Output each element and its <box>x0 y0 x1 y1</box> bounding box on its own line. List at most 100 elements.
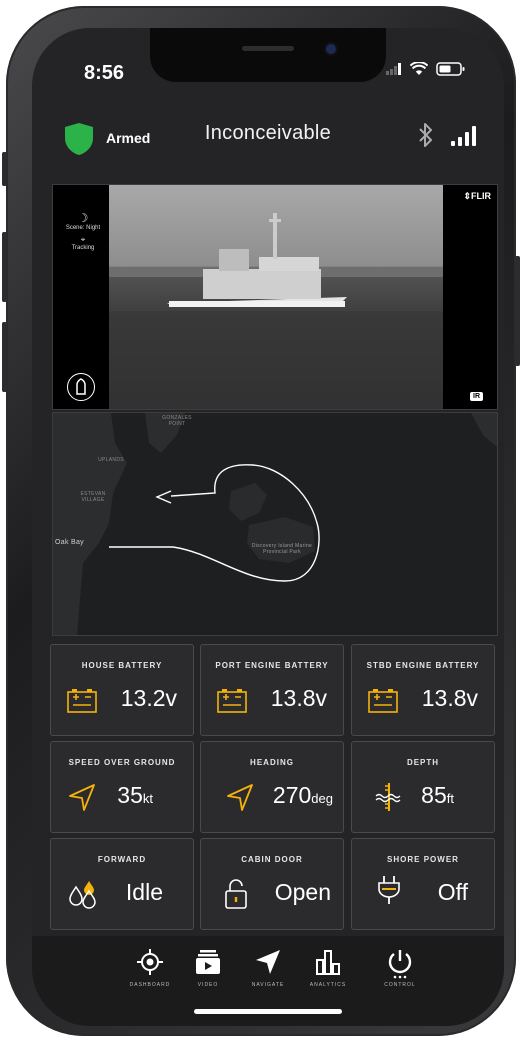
silent-switch <box>2 152 7 186</box>
tile-unit: deg <box>311 791 333 806</box>
tile-value-wrap: 13.2v <box>121 685 177 712</box>
tile-title: FORWARD <box>97 855 147 864</box>
navigation-arrow-icon <box>69 784 95 811</box>
droplets-icon <box>69 881 96 909</box>
nav-dashboard[interactable]: DASHBOARD <box>120 948 180 988</box>
tile-title: HEADING <box>250 758 294 767</box>
bluetooth-icon[interactable] <box>418 122 434 148</box>
wifi-icon <box>410 62 428 75</box>
boat-outline-icon <box>76 378 86 395</box>
nav-control[interactable]: CONTROL <box>370 948 430 988</box>
nav-label: VIDEO <box>197 982 219 988</box>
tile-value: 85 <box>421 782 447 808</box>
battery-icon <box>217 689 247 713</box>
nav-label: NAVIGATE <box>251 982 285 988</box>
thermal-video-feed[interactable]: ☽ Scene: Night ⌖ Tracking ⇕FLIR IR <box>52 184 498 410</box>
tile-value-wrap: 13.8v <box>422 685 478 712</box>
nav-map[interactable]: GONZALES POINT UPLANDS ESTEVAN VILLAGE O… <box>52 412 498 636</box>
tracking-icon: ⌖ <box>80 235 86 244</box>
power-plug-icon <box>378 876 400 904</box>
notch <box>150 28 386 82</box>
tile-value-wrap: 270deg <box>273 782 333 809</box>
depth-tile[interactable]: DEPTH 85ft <box>351 741 495 833</box>
video-image <box>109 185 443 409</box>
port-engine-battery-tile[interactable]: PORT ENGINE BATTERY 13.8v <box>200 644 344 736</box>
nav-label: CONTROL <box>384 982 416 988</box>
app-screen: 8:56 Armed Inconceivable ☽ Scene: Night … <box>32 28 504 1026</box>
depth-gauge-icon <box>375 783 401 811</box>
scene-label: Scene: Night <box>65 225 101 231</box>
navigation-arrow-icon <box>227 784 253 811</box>
analytics-icon <box>316 950 340 975</box>
tile-value: Idle <box>125 879 163 905</box>
tile-value: Open <box>274 879 331 905</box>
power-side-button <box>515 256 520 366</box>
tile-unit: v <box>315 685 328 711</box>
cabin-door-tile[interactable]: CABIN DOOR Open <box>200 838 344 930</box>
status-time: 8:56 <box>84 62 125 84</box>
tile-value-wrap: Off <box>438 879 468 906</box>
power-icon <box>388 950 412 979</box>
nav-label: ANALYTICS <box>309 982 347 988</box>
home-indicator[interactable] <box>194 1009 342 1014</box>
tile-value: 270 <box>272 782 312 808</box>
map-label-uplands: UPLANDS <box>98 457 124 463</box>
flir-mark-icon: ⇕ <box>463 191 471 201</box>
volume-up-button <box>2 232 7 302</box>
bottom-nav: DASHBOARD VIDEO NAVIGATE ANALYTICS CONTR… <box>32 936 504 1026</box>
navigate-arrow-icon <box>256 950 280 974</box>
stbd-engine-battery-tile[interactable]: STBD ENGINE BATTERY 13.8v <box>351 644 495 736</box>
tile-value: 13.2 <box>120 685 166 711</box>
camera-orientation-button[interactable] <box>67 373 95 401</box>
video-icon <box>196 950 220 974</box>
flir-logo: ⇕FLIR <box>463 191 491 202</box>
tile-unit: v <box>466 685 479 711</box>
nav-analytics[interactable]: ANALYTICS <box>298 948 358 988</box>
tile-value-wrap: Open <box>275 879 331 906</box>
house-battery-tile[interactable]: HOUSE BATTERY 13.2v <box>50 644 194 736</box>
map-label-discovery-island: Discovery Island Marine Provincial Park <box>251 543 313 555</box>
crosshair-icon <box>137 949 163 975</box>
scene-indicator: ☽ Scene: Night ⌖ Tracking <box>61 211 105 251</box>
nav-video[interactable]: VIDEO <box>178 948 238 988</box>
battery-status-icon <box>436 62 465 76</box>
phone-frame: 8:56 Armed Inconceivable ☽ Scene: Night … <box>2 6 520 1036</box>
tile-value-wrap: 35kt <box>117 782 153 809</box>
tile-title: STBD ENGINE BATTERY <box>366 661 480 670</box>
tile-value: 35 <box>117 782 143 808</box>
map-land-shapes <box>53 413 497 635</box>
map-label-estevan: ESTEVAN VILLAGE <box>80 491 106 503</box>
moon-icon: ☽ <box>77 211 89 225</box>
tile-unit: kt <box>142 791 153 806</box>
tile-title: SPEED OVER GROUND <box>68 758 176 767</box>
speaker-grille <box>242 46 294 51</box>
tile-value: 13.8 <box>270 685 316 711</box>
app-header: Armed Inconceivable <box>32 120 504 164</box>
status-icons <box>386 62 466 76</box>
map-label-gonzales: GONZALES POINT <box>162 415 192 427</box>
battery-icon <box>67 689 97 713</box>
volume-down-button <box>2 322 7 392</box>
cellular-signal-icon <box>386 63 401 75</box>
nav-navigate[interactable]: NAVIGATE <box>238 948 298 988</box>
signal-strength-icon <box>451 126 476 146</box>
tile-value-wrap: Idle <box>126 879 163 906</box>
tile-value-wrap: 85ft <box>421 782 454 809</box>
tile-title: DEPTH <box>406 758 440 767</box>
tile-unit: v <box>165 685 178 711</box>
front-camera <box>326 44 336 54</box>
tile-title: CABIN DOOR <box>241 855 303 864</box>
nav-label: DASHBOARD <box>129 982 171 988</box>
forward-bilge-tile[interactable]: FORWARD Idle <box>50 838 194 930</box>
tile-value: 13.8 <box>421 685 467 711</box>
ir-mode-badge[interactable]: IR <box>470 392 483 401</box>
tile-title: PORT ENGINE BATTERY <box>215 661 329 670</box>
speed-over-ground-tile[interactable]: SPEED OVER GROUND 35kt <box>50 741 194 833</box>
tile-title: HOUSE BATTERY <box>81 661 163 670</box>
padlock-icon <box>225 879 247 909</box>
battery-icon <box>368 689 398 713</box>
tile-title: SHORE POWER <box>387 855 459 864</box>
shore-power-tile[interactable]: SHORE POWER Off <box>351 838 495 930</box>
heading-tile[interactable]: HEADING 270deg <box>200 741 344 833</box>
tile-value-wrap: 13.8v <box>271 685 327 712</box>
